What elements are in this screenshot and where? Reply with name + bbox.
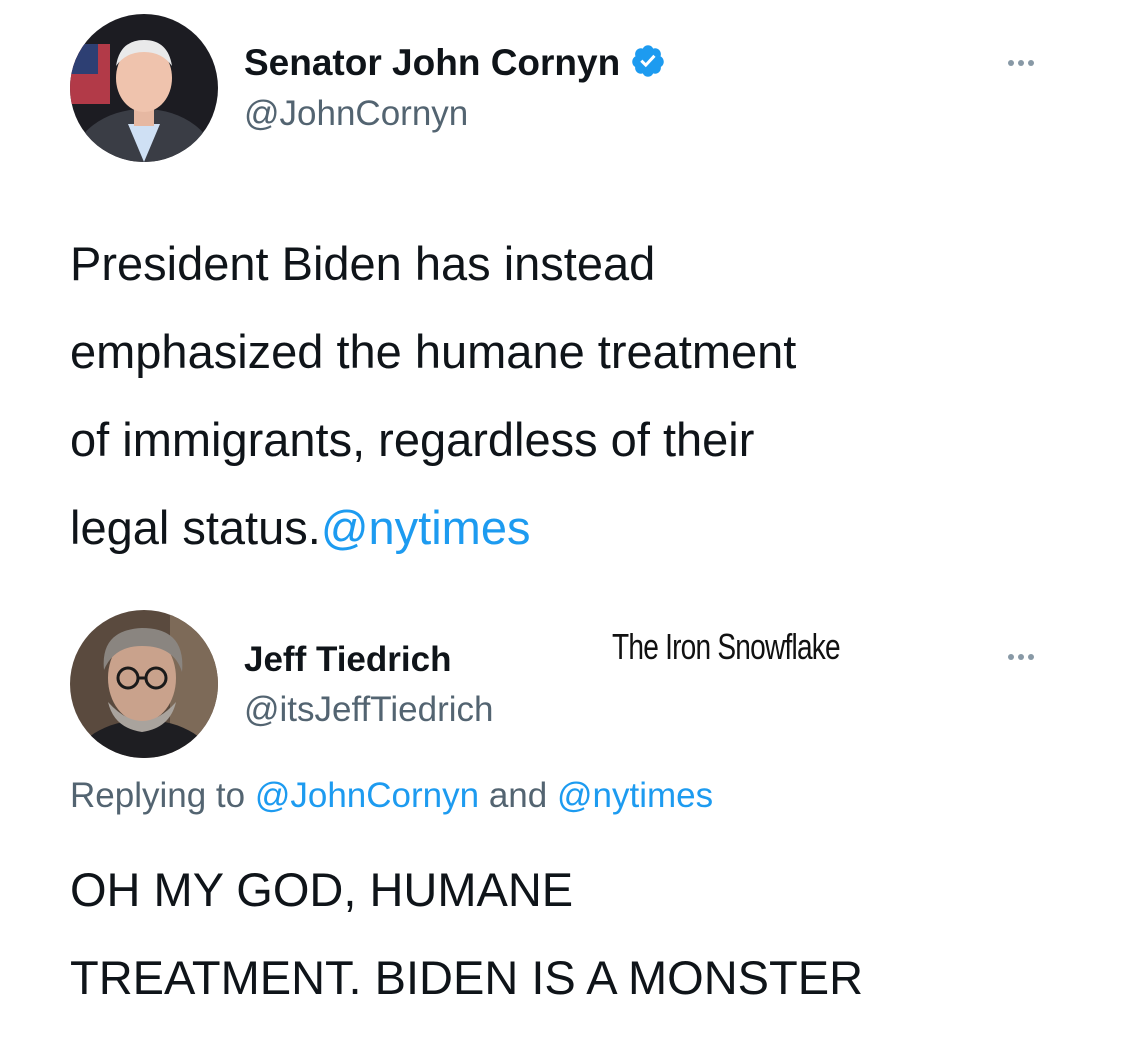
tweet-text: OH MY GOD, HUMANE TREATMENT. BIDEN IS A … (70, 846, 863, 1022)
watermark: The Iron Snowflake (612, 626, 841, 667)
replying-to: Replying to @JohnCornyn and @nytimes (70, 776, 713, 816)
replying-and: and (488, 776, 548, 815)
replying-prefix: Replying to (70, 776, 246, 815)
author-handle[interactable]: @JohnCornyn (244, 94, 468, 134)
tweet-text-line: President Biden has instead (70, 237, 656, 290)
tweet-text-line: emphasized the humane treatment (70, 325, 797, 378)
tweet-text-plain: legal status. (70, 501, 321, 554)
mention-link[interactable]: @JohnCornyn (255, 776, 479, 815)
tweet-text-line: legal status.@nytimes (70, 484, 796, 572)
avatar-jeff-tiedrich[interactable] (70, 610, 218, 758)
tweet-text-line: OH MY GOD, HUMANE (70, 863, 574, 916)
author-name[interactable]: Jeff Tiedrich (244, 640, 451, 680)
tweet-text: President Biden has instead emphasized t… (70, 220, 796, 572)
avatar-john-cornyn[interactable] (70, 14, 218, 162)
author-name[interactable]: Senator John Cornyn (244, 42, 666, 88)
author-handle[interactable]: @itsJeffTiedrich (244, 690, 494, 730)
more-options-icon[interactable] (1008, 654, 1034, 660)
more-options-icon[interactable] (1008, 60, 1034, 66)
verified-badge-icon (630, 43, 666, 88)
tweet-text-line: TREATMENT. BIDEN IS A MONSTER (70, 951, 864, 1004)
author-name-text[interactable]: Senator John Cornyn (244, 42, 620, 83)
mention-link[interactable]: @nytimes (321, 501, 531, 554)
tweet-text-line: of immigrants, regardless of their (70, 413, 755, 466)
mention-link[interactable]: @nytimes (557, 776, 713, 815)
